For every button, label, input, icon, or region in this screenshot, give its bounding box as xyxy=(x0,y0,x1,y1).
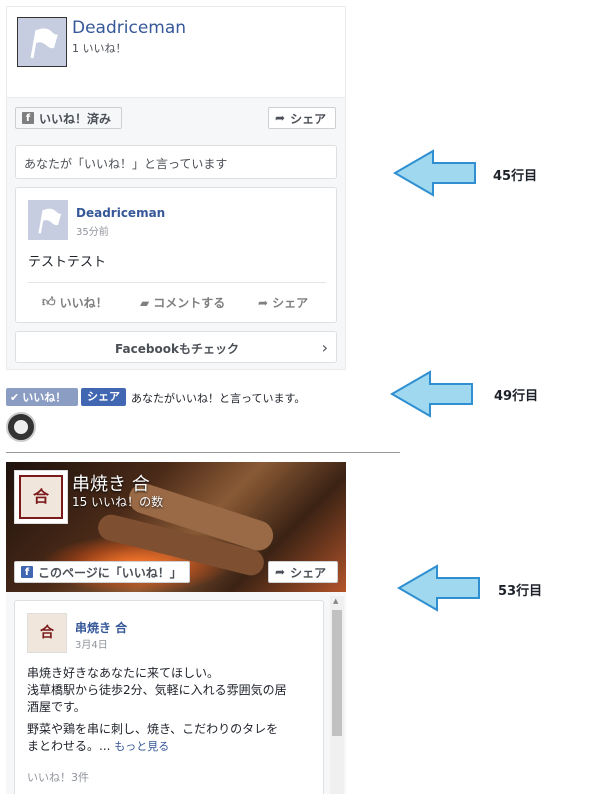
post-comment-action[interactable]: ▰ コメントする xyxy=(140,294,225,311)
checkmark-icon: ✔ xyxy=(10,390,20,404)
facebook-f-icon: f xyxy=(22,112,34,124)
annotation-line49: 49行目 xyxy=(494,389,539,404)
timeline-post: 合 串焼き 合 3月4日 串焼き好きなあなたに来てほしい。 浅草橋駅から徒歩2分… xyxy=(14,600,324,794)
kushiyaki-logo-icon: 合 xyxy=(19,475,63,519)
comment-icon: ▰ xyxy=(140,295,150,310)
user-avatar[interactable] xyxy=(6,412,36,442)
timeline-post-date[interactable]: 3月4日 xyxy=(75,636,108,651)
timeline-post-text-1: 串焼き好きなあなたに来てほしい。 xyxy=(27,666,220,680)
page-plugin-1: Deadriceman 1 いいね！ f いいね！済み ➦ シェア あなたが「い… xyxy=(6,6,346,370)
thumbs-up-icon: 👍︎ xyxy=(42,295,56,310)
post-avatar[interactable] xyxy=(28,200,68,240)
timeline-post-likes[interactable]: いいね！3件 xyxy=(27,769,89,785)
timeline-post-author[interactable]: 串焼き 合 xyxy=(75,619,127,636)
timeline-post-text-2: 浅草橋駅から徒歩2分、気軽に入れる雰囲気の居 xyxy=(27,683,287,697)
post-text: テストテスト xyxy=(28,255,107,270)
timeline-post-text-4: 野菜や鶏を串に刺し、焼き、こだわりのタレを xyxy=(27,722,279,736)
share-arrow-icon: ➦ xyxy=(258,295,269,310)
liked-button[interactable]: f いいね！済み xyxy=(15,107,122,129)
timeline-post-text-3: 酒屋です。 xyxy=(27,700,86,714)
post-card: Deadriceman 35分前 テストテスト 👍︎ いいね！ ▰ コメントする… xyxy=(15,187,337,323)
post-divider xyxy=(28,282,326,283)
arrow-left-icon xyxy=(397,564,480,612)
like-status-text: あなたがいいね！と言っています。 xyxy=(131,392,306,405)
scrollbar[interactable]: ▲ xyxy=(330,596,344,794)
scrollbar-thumb[interactable] xyxy=(332,610,342,736)
post-time[interactable]: 35分前 xyxy=(76,223,109,238)
page-likes: 1 いいね！ xyxy=(72,42,127,55)
post-author[interactable]: Deadriceman xyxy=(76,206,165,220)
share-button[interactable]: ➦ シェア xyxy=(268,107,336,129)
like-page-button[interactable]: f このページに「いいね！」 xyxy=(14,561,190,583)
page-name[interactable]: Deadriceman xyxy=(72,18,186,38)
share-arrow-icon: ➦ xyxy=(275,565,286,579)
chevron-right-icon: › xyxy=(321,338,328,357)
page-header: Deadriceman 1 いいね！ xyxy=(7,7,345,98)
timeline-post-text-5: まとわせる。... xyxy=(27,739,111,753)
share-arrow-icon: ➦ xyxy=(275,111,286,125)
flag-icon xyxy=(18,18,66,66)
page-plugin-3: 合 串焼き 合 15 いいね！の数 f このページに「いいね！」 ➦ シェア 合… xyxy=(6,462,346,794)
check-facebook-label: Facebookもチェック xyxy=(115,342,239,356)
arrow-left-icon xyxy=(390,370,473,418)
annotation-line53: 53行目 xyxy=(498,584,543,599)
scroll-up-arrow-icon[interactable]: ▲ xyxy=(333,597,338,605)
you-like-box: あなたが「いいね！」と言っています xyxy=(15,145,337,179)
emblem-icon xyxy=(14,420,28,434)
page-avatar[interactable] xyxy=(17,17,67,67)
annotation-line45: 45行目 xyxy=(493,169,538,184)
arrow-left-icon xyxy=(393,149,476,197)
cover-share-button[interactable]: ➦ シェア xyxy=(268,561,338,583)
see-more-link[interactable]: もっと見る xyxy=(114,740,169,753)
check-facebook-link[interactable]: Facebookもチェック › xyxy=(15,331,337,363)
cover-page-likes: 15 いいね！の数 xyxy=(72,495,164,509)
like-button-plugin[interactable]: ✔ いいね！ xyxy=(6,388,78,406)
post-like-action[interactable]: 👍︎ いいね！ xyxy=(42,294,108,311)
timeline-post-text-5-row: まとわせる。... もっと見る xyxy=(27,738,169,755)
you-like-text: あなたが「いいね！」と言っています xyxy=(24,157,228,171)
post-share-action[interactable]: ➦ シェア xyxy=(258,294,308,311)
share-button-plugin[interactable]: シェア xyxy=(81,388,126,406)
facebook-f-icon: f xyxy=(21,566,33,578)
section-divider xyxy=(6,452,400,453)
flag-icon xyxy=(28,200,68,240)
post-logo[interactable]: 合 xyxy=(27,613,67,653)
page-logo[interactable]: 合 xyxy=(14,470,68,524)
